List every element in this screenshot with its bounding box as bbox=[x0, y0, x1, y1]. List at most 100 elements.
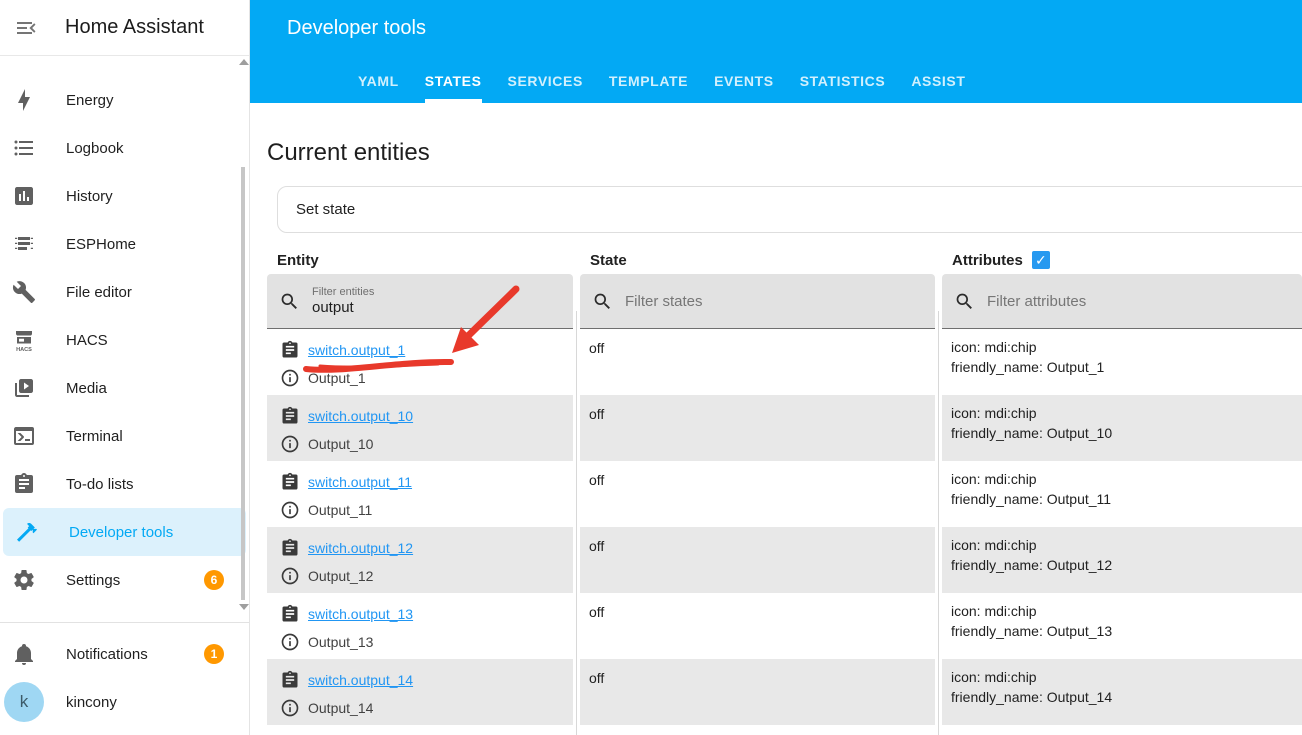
attributes-checkbox[interactable]: ✓ bbox=[1032, 251, 1050, 269]
sidebar-item-label: Developer tools bbox=[69, 524, 173, 541]
sidebar-item-label: ESPHome bbox=[66, 236, 136, 253]
table-header: Entity State Attributes ✓ bbox=[267, 246, 1302, 274]
tab-assist[interactable]: ASSIST bbox=[898, 59, 978, 103]
scrollbar-up-arrow-icon[interactable] bbox=[239, 59, 249, 65]
sidebar-toggle-icon[interactable] bbox=[14, 16, 38, 40]
entity-cell: switch.output_13Output_13 bbox=[267, 593, 573, 659]
info-icon[interactable] bbox=[280, 698, 300, 718]
entity-friendly-name: Output_1 bbox=[308, 370, 366, 386]
set-state-panel[interactable]: Set state bbox=[277, 186, 1302, 233]
state-cell: off bbox=[580, 593, 935, 659]
filter-row: Filter entities output Filter states Fil… bbox=[267, 274, 1302, 329]
content: Current entities Set state Entity State … bbox=[250, 139, 1302, 725]
sidebar-item-user[interactable]: k kincony bbox=[0, 678, 249, 726]
attributes-cell: icon: mdi:chipfriendly_name: Output_1 bbox=[942, 329, 1302, 395]
info-icon[interactable] bbox=[280, 500, 300, 520]
tab-bar: YAMLSTATES SERVICES TEMPLATE EVENTS STATISTI… bbox=[345, 59, 978, 103]
filter-entities-label: Filter entities bbox=[312, 286, 374, 299]
media-icon bbox=[12, 376, 36, 400]
entity-cell: switch.output_10Output_10 bbox=[267, 395, 573, 461]
main-area: Developer tools YAMLSTATESSERVICESTEMPLA… bbox=[250, 0, 1302, 735]
sidebar-item-hacs[interactable]: HACSHACS bbox=[0, 316, 249, 364]
attribute-line: icon: mdi:chip bbox=[951, 403, 1302, 423]
sidebar-item-terminal[interactable]: Terminal bbox=[0, 412, 249, 460]
tab-states[interactable]: STATES bbox=[412, 59, 495, 103]
sidebar-menu: Energy Logbook History ESPHome File editorHA… bbox=[0, 57, 249, 622]
attribute-line: friendly_name: Output_13 bbox=[951, 621, 1302, 641]
info-icon[interactable] bbox=[280, 632, 300, 652]
avatar: k bbox=[4, 682, 44, 722]
attribute-line: friendly_name: Output_12 bbox=[951, 555, 1302, 575]
column-header-attributes: Attributes bbox=[952, 252, 1023, 269]
entity-cell: switch.output_14Output_14 bbox=[267, 659, 573, 725]
sidebar-item-logbook[interactable]: Logbook bbox=[0, 124, 249, 172]
sidebar-item-to-do-lists[interactable]: To-do lists bbox=[0, 460, 249, 508]
sidebar-item-label: Terminal bbox=[66, 428, 123, 445]
entity-cell: switch.output_1 Output_1 bbox=[267, 329, 573, 395]
sidebar-item-label: To-do lists bbox=[66, 476, 134, 493]
sidebar-scrollbar-thumb[interactable] bbox=[241, 167, 245, 600]
search-icon bbox=[279, 291, 300, 312]
state-cell: off bbox=[580, 527, 935, 593]
sidebar-item-partial[interactable] bbox=[0, 57, 249, 76]
bell-icon bbox=[12, 642, 36, 666]
info-icon[interactable] bbox=[280, 368, 300, 388]
entity-link[interactable]: switch.output_10 bbox=[308, 408, 413, 424]
attributes-cell: icon: mdi:chipfriendly_name: Output_10 bbox=[942, 395, 1302, 461]
terminal-icon bbox=[12, 424, 36, 448]
copy-entity-id-icon[interactable] bbox=[280, 340, 300, 360]
entity-link[interactable]: switch.output_13 bbox=[308, 606, 413, 622]
entity-link[interactable]: switch.output_12 bbox=[308, 540, 413, 556]
filter-entities-input[interactable]: Filter entities output bbox=[267, 274, 573, 329]
user-name: kincony bbox=[66, 694, 117, 711]
table-row: switch.output_11Output_11officon: mdi:ch… bbox=[267, 461, 1302, 527]
filter-attributes-placeholder: Filter attributes bbox=[987, 293, 1086, 310]
wrench-icon bbox=[12, 280, 36, 304]
sidebar-item-media[interactable]: Media bbox=[0, 364, 249, 412]
settings-icon bbox=[12, 568, 36, 592]
esphome-icon bbox=[12, 232, 36, 256]
attributes-cell: icon: mdi:chipfriendly_name: Output_13 bbox=[942, 593, 1302, 659]
copy-entity-id-icon[interactable] bbox=[280, 472, 300, 492]
entity-link[interactable]: switch.output_11 bbox=[308, 474, 412, 490]
sidebar-item-file-editor[interactable]: File editor bbox=[0, 268, 249, 316]
copy-entity-id-icon[interactable] bbox=[280, 538, 300, 558]
sidebar-item-developer-tools[interactable]: Developer tools bbox=[3, 508, 246, 556]
entity-link[interactable]: switch.output_1 bbox=[308, 342, 405, 358]
app-header: Developer tools YAMLSTATESSERVICESTEMPLA… bbox=[250, 0, 1302, 103]
copy-entity-id-icon[interactable] bbox=[280, 406, 300, 426]
tab-label: TEMPLATE bbox=[609, 73, 688, 89]
tab-events[interactable]: EVENTS bbox=[701, 59, 787, 103]
attribute-line: friendly_name: Output_10 bbox=[951, 423, 1302, 443]
state-cell: off bbox=[580, 659, 935, 725]
sidebar-item-label: Media bbox=[66, 380, 107, 397]
copy-entity-id-icon[interactable] bbox=[280, 604, 300, 624]
tab-label: EVENTS bbox=[714, 73, 774, 89]
sidebar-item-esphome[interactable]: ESPHome bbox=[0, 220, 249, 268]
info-icon[interactable] bbox=[280, 434, 300, 454]
column-divider bbox=[938, 311, 939, 735]
state-cell: off bbox=[580, 395, 935, 461]
tab-label: SERVICES bbox=[508, 73, 583, 89]
sidebar-item-label: Logbook bbox=[66, 140, 124, 157]
sidebar-item-history[interactable]: History bbox=[0, 172, 249, 220]
filter-attributes-input[interactable]: Filter attributes bbox=[942, 274, 1302, 329]
sidebar-footer: Notifications 1 k kincony bbox=[0, 622, 249, 735]
tab-services[interactable]: SERVICES bbox=[495, 59, 596, 103]
entity-link[interactable]: switch.output_14 bbox=[308, 672, 413, 688]
copy-entity-id-icon[interactable] bbox=[280, 670, 300, 690]
sidebar-item-settings[interactable]: Settings6 bbox=[0, 556, 249, 604]
sidebar-item-energy[interactable]: Energy bbox=[0, 76, 249, 124]
entity-friendly-name: Output_11 bbox=[308, 502, 372, 518]
todo-lists-icon bbox=[12, 472, 36, 496]
state-cell: off bbox=[580, 329, 935, 395]
tab-statistics[interactable]: STATISTICS bbox=[787, 59, 899, 103]
attribute-line: friendly_name: Output_1 bbox=[951, 357, 1302, 377]
tab-yaml[interactable]: YAML bbox=[345, 59, 412, 103]
info-icon[interactable] bbox=[280, 566, 300, 586]
state-cell: off bbox=[580, 461, 935, 527]
filter-states-input[interactable]: Filter states bbox=[580, 274, 935, 329]
scrollbar-down-arrow-icon[interactable] bbox=[239, 604, 249, 610]
tab-template[interactable]: TEMPLATE bbox=[596, 59, 701, 103]
sidebar-item-notifications[interactable]: Notifications 1 bbox=[0, 630, 249, 678]
